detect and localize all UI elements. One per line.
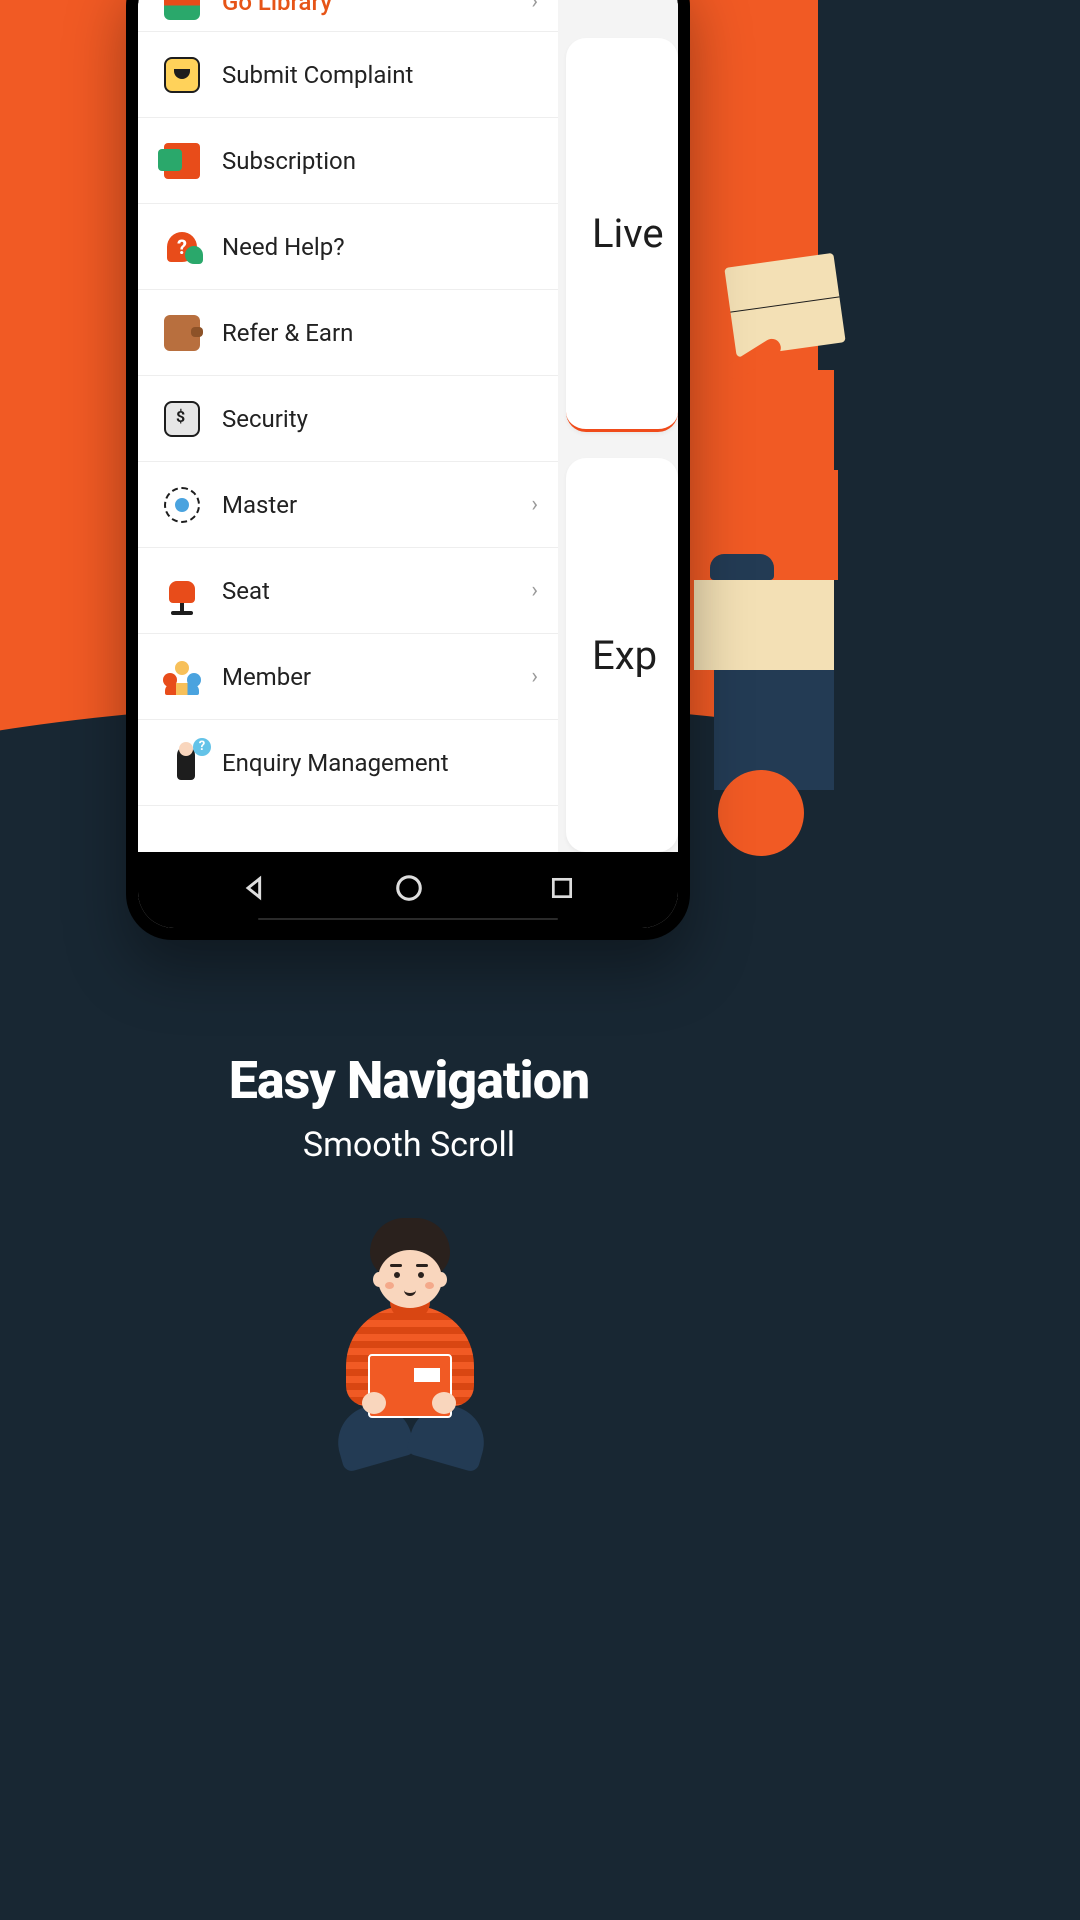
promo-subtitle: Smooth Scroll [0, 1125, 818, 1165]
back-icon[interactable] [241, 874, 269, 906]
master-icon [162, 485, 202, 525]
seat-icon [162, 571, 202, 611]
security-icon [162, 399, 202, 439]
chevron-right-icon: › [531, 578, 538, 603]
drawer-item-go-library[interactable]: Go Library › [138, 0, 558, 32]
drawer-item-enquiry-management[interactable]: Enquiry Management [138, 720, 558, 806]
complaint-icon [162, 55, 202, 95]
dashboard-card-exp[interactable]: Exp [566, 458, 678, 852]
drawer-item-label: Security [222, 405, 538, 433]
drawer-item-submit-complaint[interactable]: Submit Complaint [138, 32, 558, 118]
books-icon [162, 0, 202, 22]
promo-title: Easy Navigation [0, 1050, 818, 1111]
chevron-right-icon: › [531, 664, 538, 689]
drawer-item-member[interactable]: Member › [138, 634, 558, 720]
drawer-item-label: Submit Complaint [222, 61, 538, 89]
drawer-item-refer-earn[interactable]: Refer & Earn [138, 290, 558, 376]
main-content-behind-drawer: Live Exp [558, 0, 678, 852]
card-label: Exp [592, 632, 657, 679]
dashboard-card-live[interactable]: Live [566, 38, 678, 432]
drawer-item-label: Need Help? [222, 233, 538, 261]
boy-reading-illustration [300, 1214, 516, 1474]
drawer-item-label: Subscription [222, 147, 538, 175]
reading-person-illustration [674, 230, 834, 690]
drawer-item-label: Member [222, 663, 531, 691]
drawer-item-seat[interactable]: Seat › [138, 548, 558, 634]
home-icon[interactable] [394, 873, 424, 907]
subscription-icon [162, 141, 202, 181]
drawer-item-security[interactable]: Security [138, 376, 558, 462]
chevron-right-icon: › [531, 492, 538, 517]
drawer-item-label: Refer & Earn [222, 319, 538, 347]
member-icon [162, 657, 202, 697]
enquiry-icon [162, 743, 202, 783]
drawer-item-subscription[interactable]: Subscription [138, 118, 558, 204]
card-label: Live [592, 210, 664, 257]
wallet-icon [162, 313, 202, 353]
help-icon [162, 227, 202, 267]
drawer-item-need-help[interactable]: Need Help? [138, 204, 558, 290]
drawer-item-label: Enquiry Management [222, 749, 538, 777]
recent-apps-icon[interactable] [549, 875, 575, 905]
drawer-item-label: Seat [222, 577, 531, 605]
drawer-item-label: Go Library [222, 0, 531, 16]
android-nav-bar [138, 852, 678, 928]
phone-mockup: Go Library › Submit Complaint Subscripti… [126, 0, 690, 940]
chevron-right-icon: › [531, 0, 538, 14]
navigation-drawer: Go Library › Submit Complaint Subscripti… [138, 0, 558, 852]
drawer-item-label: Master [222, 491, 531, 519]
drawer-item-master[interactable]: Master › [138, 462, 558, 548]
